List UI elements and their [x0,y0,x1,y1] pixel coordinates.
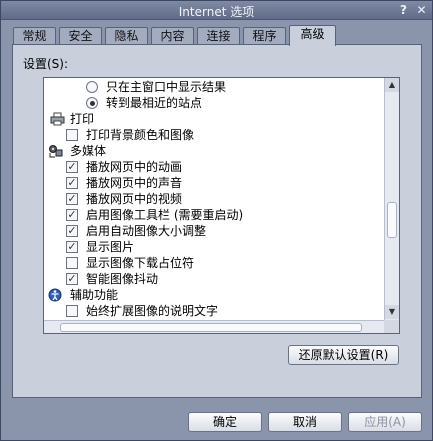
tab-advanced[interactable]: 高级 [289,25,336,46]
checkbox[interactable] [66,257,78,269]
scrollbar-corner [384,320,399,333]
printer-icon [50,112,65,126]
category-label: 多媒体 [70,144,107,158]
settings-list[interactable]: 只在主窗口中显示结果 转到最相近的站点 打印 打印背景颜色和图像 多媒体 ✓ 播… [43,77,400,334]
scroll-down-icon[interactable]: ▼ [385,305,399,319]
settings-list-viewport: 只在主窗口中显示结果 转到最相近的站点 打印 打印背景颜色和图像 多媒体 ✓ 播… [44,78,384,320]
tab-content[interactable]: 内容 [151,27,194,45]
tab-programs[interactable]: 程序 [243,27,286,45]
list-item-label: 始终扩展图像的说明文字 [86,304,219,318]
checkbox[interactable]: ✓ [66,273,78,285]
category-label: 打印 [70,112,95,126]
close-button[interactable]: ✕ [414,3,429,17]
list-item-label: 播放网页中的动画 [86,160,183,174]
checkbox[interactable] [66,305,78,317]
title-bar[interactable]: Internet 选项 ? ✕ [1,1,432,20]
tab-privacy[interactable]: 隐私 [105,27,148,45]
ok-button[interactable]: 确定 [188,412,262,432]
checkbox[interactable]: ✓ [66,225,78,237]
list-item-label: 显示图片 [86,240,135,254]
advanced-panel: 设置(S): 只在主窗口中显示结果 转到最相近的站点 打印 打印背景颜色和图像 … [12,44,422,398]
checkbox[interactable]: ✓ [66,193,78,205]
window-title: Internet 选项 [178,5,255,19]
tab-general[interactable]: 常规 [13,27,56,45]
settings-label: 设置(S): [23,57,69,71]
list-item-label: 打印背景颜色和图像 [86,128,195,142]
accessibility-icon [48,288,62,302]
scroll-up-icon[interactable]: ▲ [385,78,399,92]
list-item-label: 播放网页中的声音 [86,176,183,190]
list-item-label: 只在主窗口中显示结果 [106,80,227,94]
checkbox[interactable] [66,129,78,141]
checkbox[interactable]: ✓ [66,177,78,189]
radio-button[interactable] [86,97,98,109]
horizontal-scroll-thumb[interactable] [60,323,362,332]
list-item-label: 转到最相近的站点 [106,96,203,110]
list-item-label: 启用自动图像大小调整 [86,224,207,238]
tab-connections[interactable]: 连接 [197,27,240,45]
category-label: 辅助功能 [70,288,119,302]
list-item-label: 启用图像工具栏 (需要重启动) [86,208,244,222]
vertical-scrollbar[interactable]: ▲ ▼ [384,78,399,320]
multimedia-icon [49,145,63,158]
vertical-scroll-thumb[interactable] [387,202,397,238]
checkbox[interactable]: ✓ [66,161,78,173]
checkbox[interactable]: ✓ [66,209,78,221]
restore-defaults-button[interactable]: 还原默认设置(R) [288,345,399,365]
apply-button[interactable]: 应用(A) [348,412,422,432]
list-item-label: 智能图像抖动 [86,272,159,286]
list-item-label: 播放网页中的视频 [86,192,183,206]
radio-button[interactable] [86,81,98,93]
tab-security[interactable]: 安全 [59,27,102,45]
list-item-label: 显示图像下载占位符 [86,256,195,270]
horizontal-scrollbar[interactable] [44,320,384,333]
help-button[interactable]: ? [396,3,411,17]
cancel-button[interactable]: 取消 [268,412,342,432]
checkbox[interactable]: ✓ [66,241,78,253]
internet-options-dialog: Internet 选项 ? ✕ 常规 安全 隐私 内容 连接 程序 高级 设置(… [0,0,433,441]
